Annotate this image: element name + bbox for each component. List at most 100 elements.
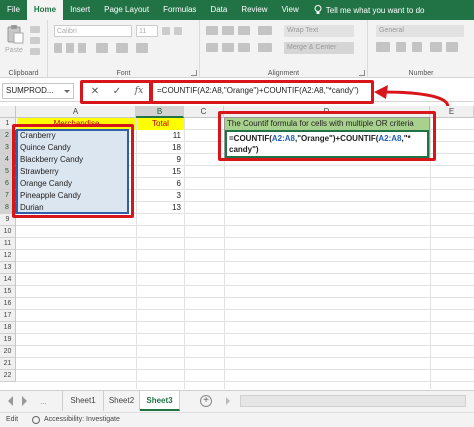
orientation-icon[interactable] — [258, 26, 272, 35]
tab-review[interactable]: Review — [234, 0, 274, 20]
tab-home[interactable]: Home — [26, 0, 64, 20]
merge-center-button[interactable]: Merge & Center — [284, 42, 354, 54]
number-group: General Number — [368, 20, 474, 78]
tab-data[interactable]: Data — [203, 0, 234, 20]
row-header-18[interactable]: 18 — [0, 322, 16, 334]
alignment-group: Wrap Text Merge & Center Alignment — [200, 20, 368, 78]
gridline — [16, 225, 474, 226]
fill-color-icon[interactable] — [116, 43, 128, 53]
cell-b2[interactable]: 11 — [137, 130, 184, 142]
copy-icon[interactable] — [30, 37, 40, 44]
row-header-11[interactable]: 11 — [0, 238, 16, 250]
paste-label[interactable]: Paste — [5, 47, 23, 54]
accounting-format-icon[interactable] — [376, 42, 390, 52]
gridline — [16, 381, 474, 382]
alignment-label: Alignment — [267, 70, 300, 77]
tab-insert[interactable]: Insert — [63, 0, 97, 20]
column-header-a[interactable]: A — [16, 106, 136, 118]
row-header-21[interactable]: 21 — [0, 358, 16, 370]
column-header-e[interactable]: E — [430, 106, 474, 118]
decrease-font-icon[interactable] — [174, 27, 182, 35]
font-group: Calibri 11 Font — [48, 20, 200, 78]
gridline — [16, 261, 474, 262]
cell-b5[interactable]: 15 — [137, 166, 184, 178]
cell-b7[interactable]: 3 — [137, 190, 184, 202]
cell-b8[interactable]: 13 — [137, 202, 184, 214]
accessibility-status[interactable]: Accessibility: Investigate — [44, 413, 120, 427]
gridline — [16, 297, 474, 298]
column-header-b[interactable]: B — [136, 106, 184, 118]
ribbon-home: Paste Clipboard Calibri 11 Font Wrap Tex… — [0, 20, 474, 78]
wrap-text-button[interactable]: Wrap Text — [284, 25, 354, 37]
ribbon-tab-bar: File Home Insert Page Layout Formulas Da… — [0, 0, 474, 20]
scroll-right-icon[interactable] — [22, 396, 27, 406]
highlight-criteria-range — [12, 124, 134, 218]
alignment-dialog-launcher-icon[interactable] — [359, 70, 365, 76]
sheet-tab-1[interactable]: Sheet1 — [62, 391, 104, 411]
row-header-16[interactable]: 16 — [0, 298, 16, 310]
font-color-icon[interactable] — [136, 43, 148, 53]
select-all-corner[interactable] — [0, 106, 16, 118]
gridline — [16, 285, 474, 286]
add-sheet-icon[interactable]: + — [200, 395, 212, 407]
increase-decimal-icon[interactable] — [430, 42, 442, 52]
row-header-13[interactable]: 13 — [0, 262, 16, 274]
indent-icon[interactable] — [258, 43, 272, 52]
gridline — [16, 249, 474, 250]
align-middle-icon[interactable] — [222, 26, 234, 35]
row-header-22[interactable]: 22 — [0, 370, 16, 382]
tell-me-text: Tell me what you want to do — [325, 5, 425, 15]
highlight-formula-cell — [218, 111, 436, 161]
number-label: Number — [408, 70, 434, 77]
more-tabs-icon[interactable] — [226, 397, 230, 405]
font-dialog-launcher-icon[interactable] — [191, 70, 197, 76]
cell-b6[interactable]: 6 — [137, 178, 184, 190]
increase-font-icon[interactable] — [162, 27, 170, 35]
decrease-decimal-icon[interactable] — [446, 42, 458, 52]
cell-b4[interactable]: 9 — [137, 154, 184, 166]
scroll-left-icon[interactable] — [8, 396, 13, 406]
bold-icon[interactable] — [54, 43, 62, 53]
tell-me-search[interactable]: Tell me what you want to do — [314, 5, 425, 15]
row-header-12[interactable]: 12 — [0, 250, 16, 262]
tab-page-layout[interactable]: Page Layout — [97, 0, 156, 20]
font-name-select[interactable]: Calibri — [54, 25, 132, 37]
row-header-19[interactable]: 19 — [0, 334, 16, 346]
gridline — [16, 309, 474, 310]
chevron-down-icon[interactable] — [64, 90, 70, 93]
align-left-icon[interactable] — [206, 43, 218, 52]
cut-icon[interactable] — [30, 26, 40, 33]
tab-file[interactable]: File — [0, 0, 27, 20]
horizontal-scrollbar[interactable] — [240, 395, 466, 407]
percent-icon[interactable] — [396, 42, 406, 52]
cell-b1-total-header[interactable]: Total — [137, 118, 184, 130]
row-header-10[interactable]: 10 — [0, 226, 16, 238]
align-top-icon[interactable] — [206, 26, 218, 35]
row-header-20[interactable]: 20 — [0, 346, 16, 358]
align-right-icon[interactable] — [238, 43, 250, 52]
font-label: Font — [116, 70, 131, 77]
highlight-formula-input — [150, 80, 374, 104]
more-sheets-icon[interactable]: … — [40, 399, 47, 406]
gridline — [16, 321, 474, 322]
borders-icon[interactable] — [96, 43, 108, 53]
italic-icon[interactable] — [66, 43, 74, 53]
sheet-tab-2[interactable]: Sheet2 — [104, 391, 140, 411]
number-format-select[interactable]: General — [376, 25, 464, 37]
cell-b3[interactable]: 18 — [137, 142, 184, 154]
row-header-17[interactable]: 17 — [0, 310, 16, 322]
comma-style-icon[interactable] — [412, 42, 422, 52]
align-center-icon[interactable] — [222, 43, 234, 52]
sheet-tab-3[interactable]: Sheet3 — [140, 391, 180, 411]
underline-icon[interactable] — [78, 43, 86, 53]
gridline — [16, 345, 474, 346]
format-painter-icon[interactable] — [30, 48, 40, 55]
accessibility-icon[interactable] — [32, 416, 40, 424]
row-header-15[interactable]: 15 — [0, 286, 16, 298]
align-bottom-icon[interactable] — [238, 26, 250, 35]
font-size-select[interactable]: 11 — [136, 25, 158, 37]
row-header-14[interactable]: 14 — [0, 274, 16, 286]
paste-icon[interactable] — [6, 24, 24, 44]
tab-formulas[interactable]: Formulas — [156, 0, 203, 20]
tab-view[interactable]: View — [275, 0, 306, 20]
